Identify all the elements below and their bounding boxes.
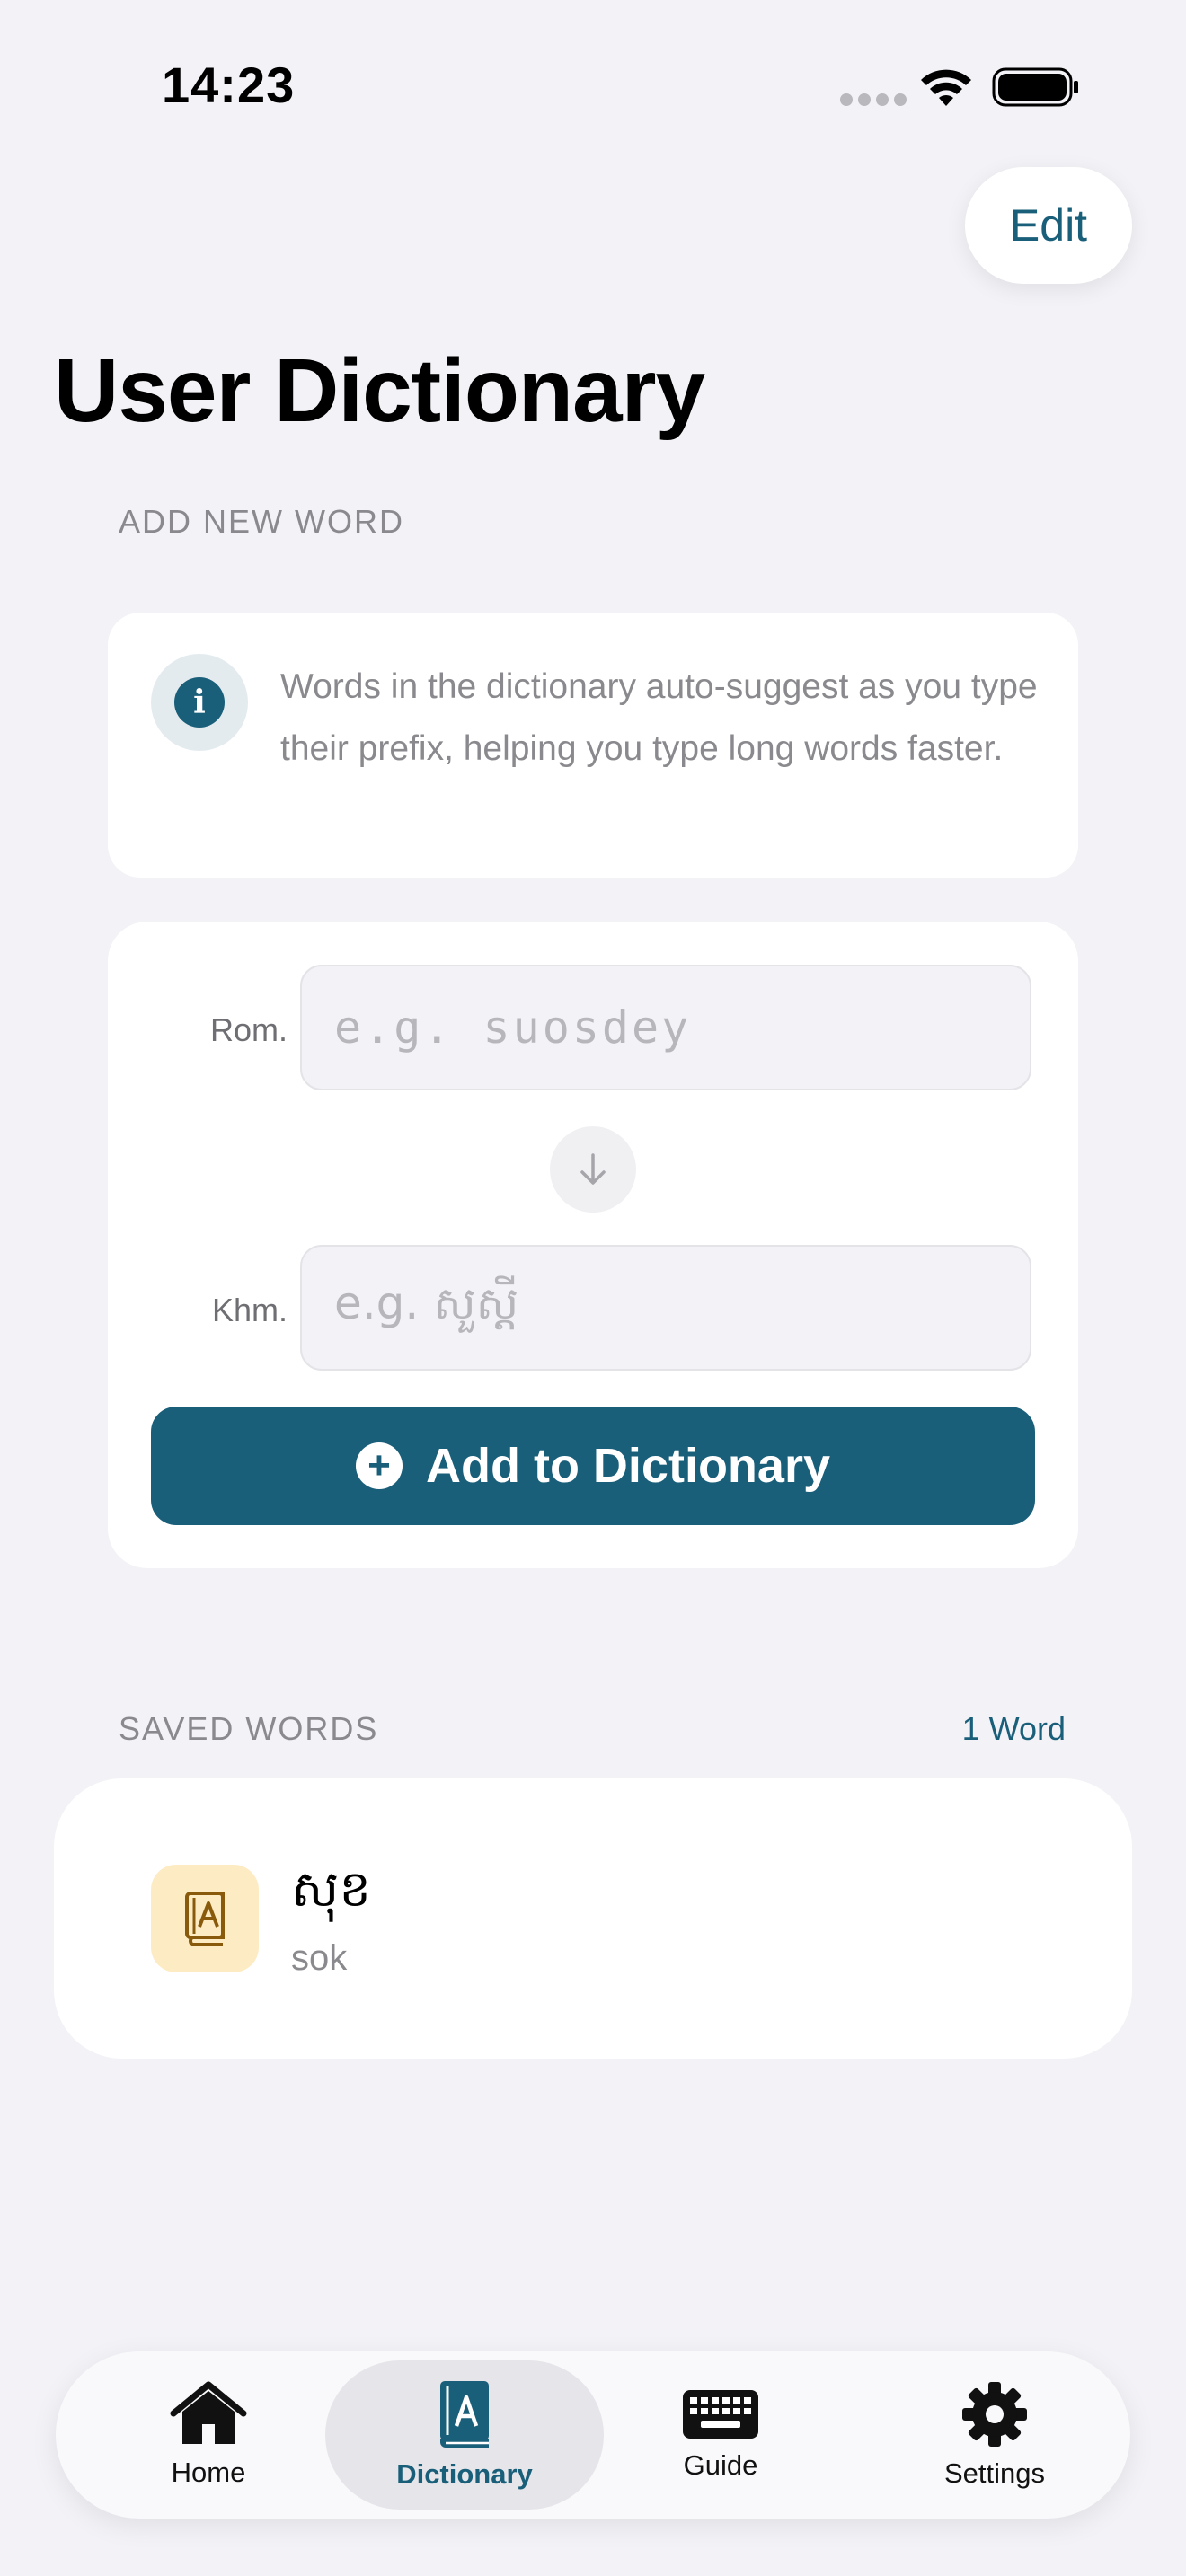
- status-time: 14:23: [162, 57, 296, 113]
- word-khmer: សុខ: [291, 1860, 371, 1919]
- wifi-icon: [918, 66, 974, 112]
- info-icon: i: [151, 654, 248, 751]
- info-text: Words in the dictionary auto-suggest as …: [280, 667, 1038, 768]
- romanized-field-label: Rom.: [209, 1011, 288, 1048]
- dictionary-book-icon: [151, 1865, 259, 1972]
- tab-dictionary[interactable]: Dictionary: [325, 2360, 604, 2510]
- page-title: User Dictionary: [54, 340, 705, 441]
- tab-dictionary-label: Dictionary: [396, 2458, 533, 2490]
- edit-button[interactable]: Edit: [965, 167, 1132, 284]
- add-word-form: Rom. e.g. suosdey Khm. e.g. សួស្តី + Add…: [108, 922, 1078, 1568]
- keyboard-icon: [683, 2390, 758, 2439]
- tab-bar: Home Dictionary Guide Settings: [56, 2351, 1130, 2519]
- book-icon: [440, 2381, 489, 2448]
- romanized-input[interactable]: e.g. suosdey: [300, 965, 1031, 1090]
- khmer-field-label: Khm.: [211, 1292, 288, 1328]
- list-item[interactable]: សុខ sok: [54, 1778, 1132, 2059]
- tab-home[interactable]: Home: [119, 2351, 298, 2519]
- add-word-section-label: ADD NEW WORD: [119, 503, 404, 540]
- battery-icon: [992, 66, 1080, 112]
- tab-settings[interactable]: Settings: [882, 2351, 1107, 2519]
- tab-guide[interactable]: Guide: [631, 2351, 810, 2519]
- add-to-dictionary-button[interactable]: + Add to Dictionary: [151, 1407, 1035, 1525]
- tab-guide-label: Guide: [683, 2449, 758, 2481]
- tab-home-label: Home: [171, 2457, 246, 2488]
- arrow-down-icon: [550, 1126, 636, 1213]
- saved-word-list: សុខ sok: [54, 1778, 1132, 2059]
- add-button-label: Add to Dictionary: [425, 1439, 830, 1493]
- word-count: 1 Word: [961, 1710, 1066, 1747]
- word-romanized: sok: [291, 1938, 348, 1978]
- tab-settings-label: Settings: [943, 2457, 1045, 2489]
- plus-circle-icon: +: [355, 1442, 403, 1489]
- house-icon: [170, 2381, 247, 2444]
- saved-words-section-label: SAVED WORDS: [119, 1710, 379, 1747]
- gear-icon: [962, 2382, 1027, 2447]
- khmer-input[interactable]: e.g. សួស្តី: [300, 1245, 1031, 1371]
- info-card: i Words in the dictionary auto-suggest a…: [108, 613, 1078, 878]
- cellular-signal-icon: [840, 93, 907, 106]
